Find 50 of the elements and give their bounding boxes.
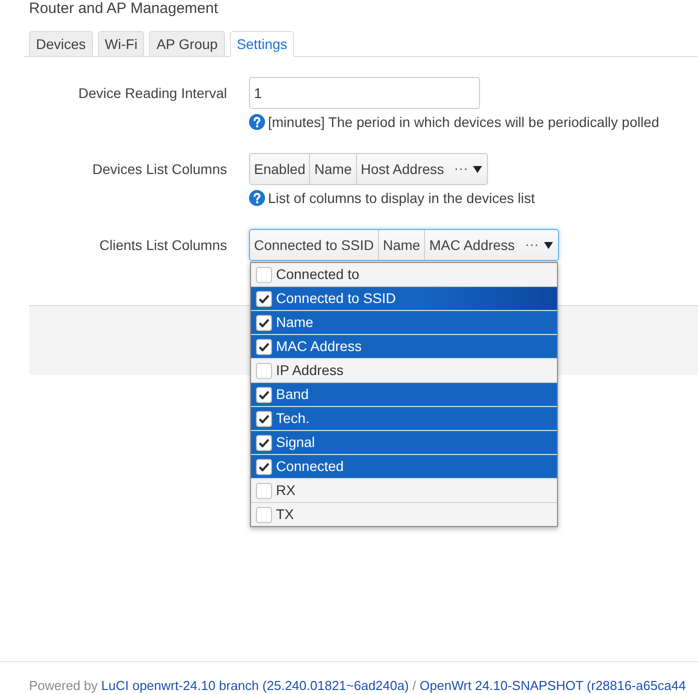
checkbox[interactable]: [256, 410, 272, 426]
tab[interactable]: AP Group: [149, 31, 225, 57]
tab[interactable]: Settings: [230, 31, 294, 57]
checkbox[interactable]: [256, 386, 272, 402]
selected-value: Connected to SSID: [253, 236, 375, 255]
checkbox[interactable]: [256, 290, 272, 306]
help-icon: [249, 114, 265, 130]
dropdown-option[interactable]: TX: [251, 503, 557, 526]
dropdown-option[interactable]: Name: [251, 311, 557, 335]
help-text: List of columns to display in the devices list: [268, 189, 535, 208]
dropdown-option[interactable]: RX: [251, 479, 557, 503]
footer-text: Powered by LuCI openwrt-24.10 branch (25.240.01821~6ad240a) / OpenWrt 24.10-SNAPSHOT (r28816-a65ca44: [29, 678, 686, 693]
selected-value: MAC Address: [424, 230, 519, 260]
dropdown-option[interactable]: Connected to: [251, 263, 557, 287]
more-indicator: ···: [453, 159, 470, 178]
checkbox[interactable]: [256, 434, 272, 450]
selected-value: Enabled: [253, 160, 306, 179]
field-label: Device Reading Interval: [77, 84, 227, 103]
text-input[interactable]: 1: [249, 77, 480, 109]
more-indicator: ···: [524, 235, 540, 254]
caret-icon: [473, 166, 482, 172]
selected-value: Name: [309, 154, 356, 184]
multi-select-dropdown[interactable]: Connected to SSID Name MAC Address ···: [249, 229, 559, 261]
caret-icon: [544, 242, 553, 248]
page-title: Router and AP Management: [28, 0, 220, 17]
footer-link[interactable]: LuCI openwrt-24.10 branch (25.240.01821~6ad240a): [101, 678, 409, 693]
tab[interactable]: Wi-Fi: [98, 31, 144, 57]
checkbox[interactable]: [256, 266, 272, 282]
help-icon: [249, 190, 265, 206]
dropdown-option[interactable]: Band: [251, 383, 557, 407]
tab[interactable]: Devices: [29, 31, 93, 57]
dropdown-option[interactable]: Connected to SSID: [251, 287, 557, 311]
dropdown-option[interactable]: MAC Address: [251, 335, 557, 359]
dropdown-option[interactable]: IP Address: [251, 359, 557, 383]
checkbox[interactable]: [256, 314, 272, 330]
checkbox[interactable]: [256, 338, 272, 354]
field-label: Devices List Columns: [91, 160, 227, 179]
checkbox[interactable]: [256, 458, 272, 474]
selected-value: Host Address: [356, 154, 448, 184]
help-text: [minutes] The period in which devices will be periodically polled: [268, 113, 660, 132]
dropdown-option[interactable]: Tech.: [251, 407, 557, 431]
footer-link[interactable]: OpenWrt 24.10-SNAPSHOT (r28816-a65ca44: [420, 678, 686, 693]
selected-value: Name: [378, 230, 424, 260]
checkbox[interactable]: [256, 506, 272, 522]
multi-select-dropdown[interactable]: Enabled Name Host Address ···: [249, 153, 488, 185]
checkbox[interactable]: [256, 362, 272, 378]
checkbox[interactable]: [256, 482, 272, 498]
field-label: Clients List Columns: [98, 236, 227, 255]
dropdown-option[interactable]: Connected: [251, 455, 557, 479]
dropdown-option[interactable]: Signal: [251, 431, 557, 455]
